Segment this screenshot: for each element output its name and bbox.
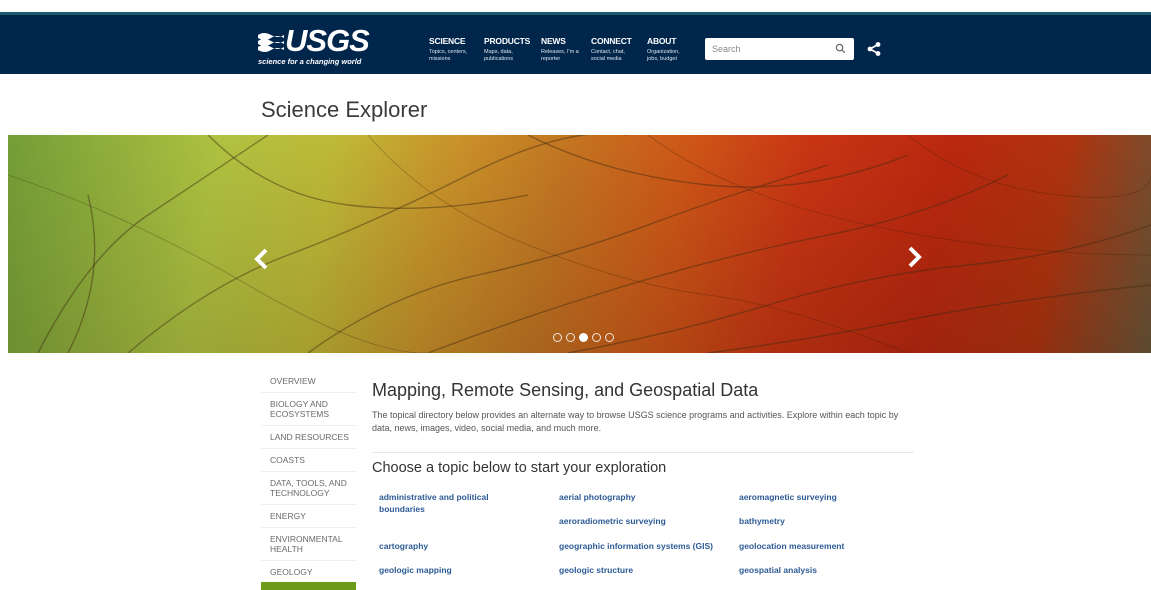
usgs-logo[interactable]: USGS science for a changing world [258, 23, 370, 67]
topic-link[interactable]: aeromagnetic surveying [739, 491, 837, 503]
page-title: Science Explorer [261, 97, 428, 122]
topic-link[interactable]: aerial photography [559, 491, 636, 503]
hero-carousel [8, 135, 1151, 353]
nav-subtitle: Organization, jobs, budget [647, 49, 680, 62]
sidebar-item-energy[interactable]: ENERGY [261, 505, 356, 528]
sidebar-item-environmental-health[interactable]: ENVIRONMENTAL HEALTH [261, 528, 356, 561]
topic-link[interactable]: administrative and political boundaries [379, 491, 529, 515]
nav-about[interactable]: ABOUT Organization, jobs, budget [647, 36, 687, 62]
nav-subtitle: Topics, centers, missions [429, 49, 468, 62]
nav-title: PRODUCTS [484, 36, 531, 46]
topic-link[interactable]: geologic mapping [379, 564, 452, 576]
carousel-indicators [553, 333, 614, 342]
main-content: Mapping, Remote Sensing, and Geospatial … [372, 380, 912, 435]
search-input[interactable] [712, 42, 822, 56]
topic-link[interactable]: geolocation measurement [739, 540, 844, 552]
sidebar-nav: OVERVIEW BIOLOGY AND ECOSYSTEMS LAND RES… [261, 370, 356, 584]
share-icon[interactable] [866, 41, 882, 57]
site-header: USGS science for a changing world SCIENC… [0, 12, 1151, 74]
carousel-dot[interactable] [553, 333, 562, 342]
nav-subtitle: Contact, chat, social media [591, 49, 625, 62]
sidebar-item-active[interactable] [261, 582, 356, 590]
carousel-dot[interactable] [566, 333, 575, 342]
section-description: The topical directory below provides an … [372, 410, 899, 433]
topic-link[interactable]: bathymetry [739, 515, 785, 527]
nav-science[interactable]: SCIENCE Topics, centers, missions [429, 36, 473, 62]
nav-news[interactable]: NEWS Releases, I'm a reporter [541, 36, 581, 62]
nav-connect[interactable]: CONNECT Contact, chat, social media [591, 36, 633, 62]
logo-text: USGS [285, 23, 370, 58]
sidebar-item-geology[interactable]: GEOLOGY [261, 561, 356, 584]
nav-title: NEWS [541, 36, 566, 46]
choose-heading: Choose a topic below to start your explo… [372, 460, 667, 476]
top-strip [0, 0, 1151, 12]
hero-image [8, 135, 1151, 353]
sidebar-item-biology[interactable]: BIOLOGY AND ECOSYSTEMS [261, 393, 356, 426]
sidebar-item-land-resources[interactable]: LAND RESOURCES [261, 426, 356, 449]
topic-link[interactable]: geospatial analysis [739, 564, 817, 576]
chevron-right-icon[interactable] [904, 245, 924, 269]
divider [372, 452, 914, 453]
nav-title: ABOUT [647, 36, 677, 46]
nav-products[interactable]: PRODUCTS Maps, data, publications [484, 36, 530, 62]
search-icon[interactable] [835, 43, 846, 54]
topic-link[interactable]: aeroradiometric surveying [559, 515, 666, 527]
carousel-dot-active[interactable] [579, 333, 588, 342]
sidebar-item-data-tools[interactable]: DATA, TOOLS, AND TECHNOLOGY [261, 472, 356, 505]
nav-subtitle: Releases, I'm a reporter [541, 49, 579, 62]
sidebar-item-overview[interactable]: OVERVIEW [261, 370, 356, 393]
topic-link[interactable]: geologic structure [559, 564, 633, 576]
topic-link[interactable]: cartography [379, 540, 428, 552]
nav-subtitle: Maps, data, publications [484, 49, 514, 62]
nav-title: SCIENCE [429, 36, 466, 46]
carousel-dot[interactable] [605, 333, 614, 342]
topic-link[interactable]: geographic information systems (GIS) [559, 540, 713, 552]
usgs-waves-icon [258, 33, 284, 52]
logo-tagline: science for a changing world [258, 57, 362, 66]
section-title: Mapping, Remote Sensing, and Geospatial … [372, 380, 759, 400]
chevron-left-icon[interactable] [252, 247, 272, 271]
carousel-dot[interactable] [592, 333, 601, 342]
search-box [705, 38, 854, 60]
nav-title: CONNECT [591, 36, 632, 46]
sidebar-item-coasts[interactable]: COASTS [261, 449, 356, 472]
